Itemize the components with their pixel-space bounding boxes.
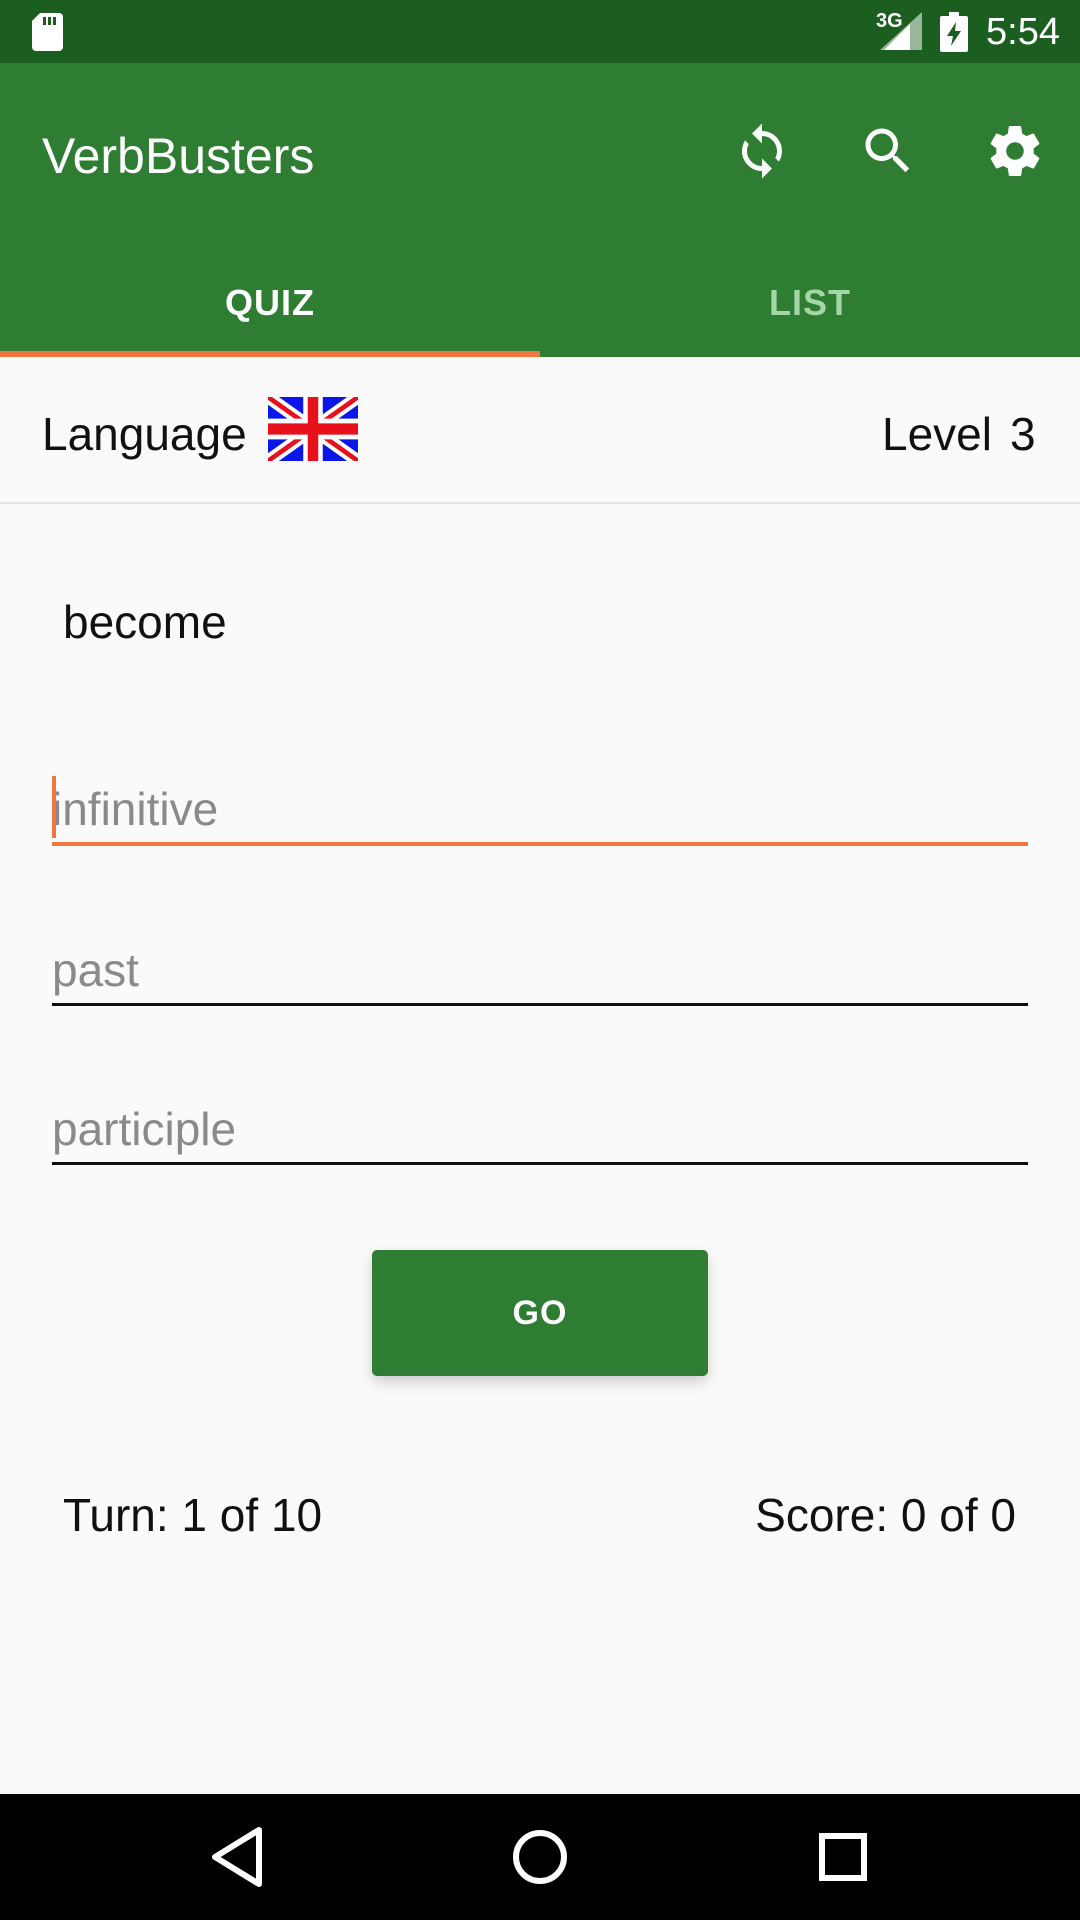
settings-button[interactable] <box>985 121 1045 181</box>
turn-counter: Turn: 1 of 10 <box>63 1489 323 1541</box>
refresh-button[interactable] <box>732 121 792 181</box>
past-field[interactable] <box>52 936 1028 1006</box>
sd-card-icon <box>32 13 63 51</box>
navigation-bar <box>0 1794 1080 1920</box>
recents-icon[interactable] <box>808 1822 878 1892</box>
uk-flag-icon[interactable] <box>268 397 358 461</box>
app-bar: VerbBusters QUIZ LIST <box>0 63 1080 357</box>
search-icon <box>865 128 910 173</box>
text-cursor <box>52 776 56 838</box>
participle-field[interactable] <box>52 1095 1028 1165</box>
status-bar: 3G 5:54 <box>0 0 1080 63</box>
tab-quiz[interactable]: QUIZ <box>0 248 540 357</box>
infinitive-input[interactable] <box>52 776 1028 842</box>
infinitive-field[interactable] <box>52 776 1028 846</box>
search-button[interactable] <box>858 121 918 181</box>
past-input[interactable] <box>52 936 1028 1003</box>
quiz-word: become <box>63 596 227 648</box>
language-row: Language Level 3 <box>0 357 1080 504</box>
back-icon[interactable] <box>201 1822 271 1892</box>
score-counter: Score: 0 of 0 <box>755 1489 1016 1541</box>
level-label: Level <box>882 408 992 460</box>
level-value[interactable]: 3 <box>1010 407 1036 461</box>
settings-icon <box>990 126 1040 176</box>
signal-icon <box>880 12 922 50</box>
status-time: 5:54 <box>986 11 1060 53</box>
app-title: VerbBusters <box>42 128 315 184</box>
tab-list[interactable]: LIST <box>540 248 1080 357</box>
go-button[interactable]: GO <box>372 1250 708 1376</box>
language-label: Language <box>42 408 247 460</box>
home-icon[interactable] <box>505 1822 575 1892</box>
app-screen: 3G 5:54 VerbBusters QUIZ LIST Language L… <box>0 0 1080 1920</box>
battery-icon <box>940 12 968 52</box>
refresh-icon <box>742 123 782 179</box>
participle-input[interactable] <box>52 1095 1028 1162</box>
